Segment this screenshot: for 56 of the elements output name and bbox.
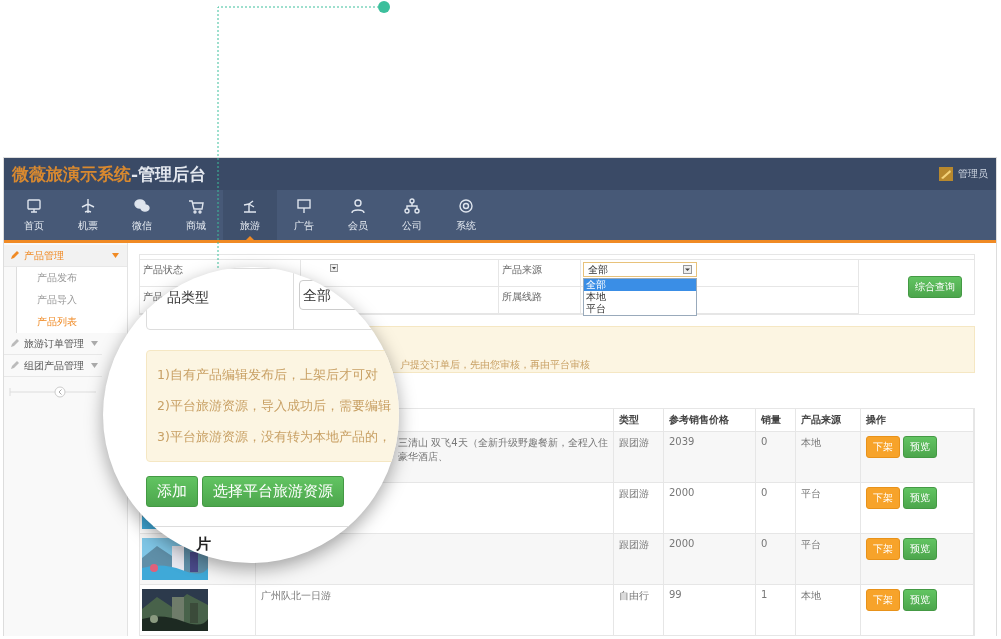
nav-tab[interactable]: 广告 [277, 190, 331, 240]
cart-icon [188, 197, 204, 214]
dropdown-option[interactable]: 本地 [584, 291, 696, 303]
column-header: 片 [196, 535, 211, 553]
table-cell: 跟团游 [614, 432, 664, 483]
sidebar-item[interactable]: 组团产品管理 [4, 355, 102, 377]
dropdown-arrow-icon [683, 265, 692, 274]
caret-icon [112, 253, 119, 258]
user-name[interactable]: 管理员 [958, 167, 988, 181]
user-icon [350, 197, 366, 214]
table-cell: 2000 [664, 534, 756, 585]
notice-text: 2)平台旅游资源，导入成功后，需要编辑 [157, 397, 392, 415]
pencil-icon [10, 339, 19, 348]
avatar-icon [939, 167, 953, 181]
table-cell: 99 [664, 585, 756, 636]
table-cell: 广州队北一日游 [256, 585, 614, 636]
nav-tab[interactable]: 旅游 [223, 190, 277, 240]
collapse-toggle-icon[interactable] [8, 386, 98, 398]
notice-text: 户提交订单后，先由您审核，再由平台审核 [400, 359, 590, 370]
table-cell: 跟团游 [614, 534, 664, 585]
settings-icon [458, 197, 474, 214]
pencil-icon [10, 361, 19, 370]
dropdown-option[interactable]: 全部 [584, 279, 696, 291]
chat-icon [134, 197, 150, 214]
nav-tab[interactable]: 会员 [331, 190, 385, 240]
table-cell: 本地 [796, 432, 861, 483]
filter-label: 产品来源 [499, 260, 581, 287]
nav-tab[interactable]: 系统 [439, 190, 493, 240]
source-select[interactable]: 全部 [583, 262, 697, 277]
dropdown-option[interactable]: 平台 [584, 303, 696, 315]
nav-tab[interactable]: 商城 [169, 190, 223, 240]
nav-tab[interactable]: 微信 [115, 190, 169, 240]
pencil-icon [10, 251, 19, 260]
monitor-icon [26, 197, 42, 214]
nav-tab[interactable]: 公司 [385, 190, 439, 240]
org-chart-icon [404, 197, 420, 214]
table-cell: 本地 [796, 585, 861, 636]
table-cell: 0 [756, 534, 796, 585]
active-indicator-icon [246, 236, 254, 240]
table-cell: 1 [756, 585, 796, 636]
island-icon [242, 197, 258, 214]
caret-icon [91, 341, 98, 346]
table-cell: 2039 [664, 432, 756, 483]
dropdown-arrow-icon[interactable] [330, 264, 338, 272]
plane-icon [80, 197, 96, 214]
sign-icon [296, 197, 312, 214]
notice-text: 1)自有产品编辑发布后，上架后才可对 [157, 366, 379, 384]
sidebar-item[interactable]: 旅游订单管理 [4, 333, 102, 355]
window-title: 微薇旅演示系统-管理后台 [12, 162, 207, 186]
nav-tab[interactable]: 首页 [7, 190, 61, 240]
caret-icon [91, 363, 98, 368]
table-cell: 自由行 [614, 585, 664, 636]
table-cell: 0 [756, 432, 796, 483]
table-cell: 平台 [796, 534, 861, 585]
nav-tab[interactable]: 机票 [61, 190, 115, 240]
filter-label: 所属线路 [499, 287, 581, 314]
